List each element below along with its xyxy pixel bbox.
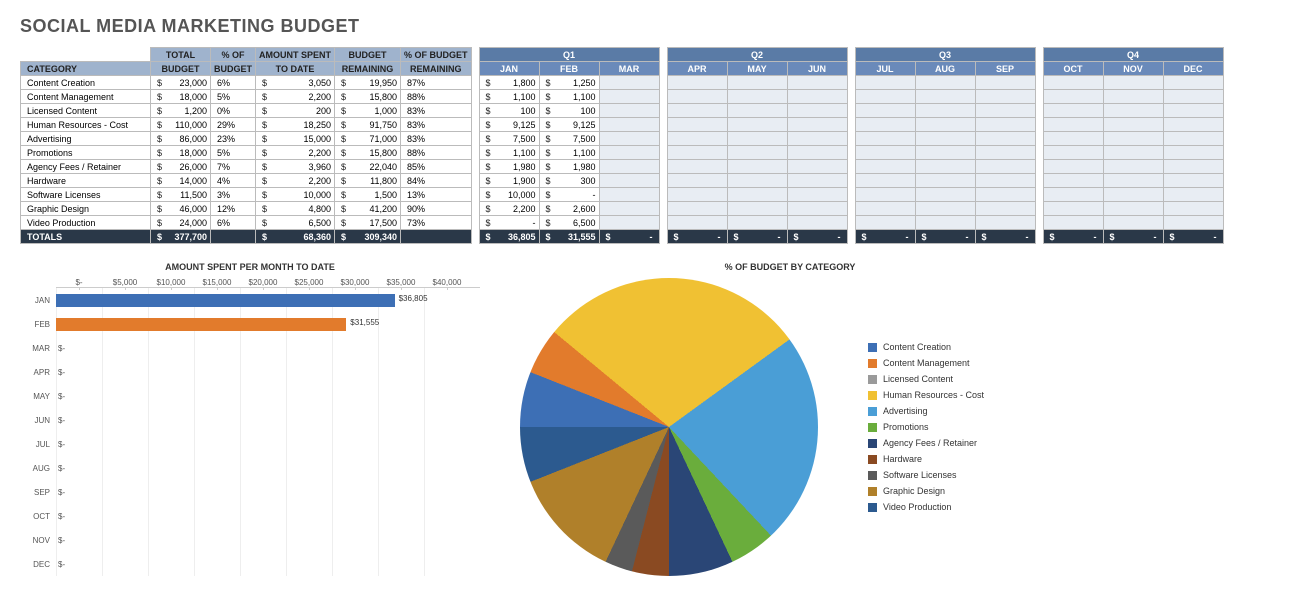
legend-item: Advertising [868,406,984,416]
legend-item: Promotions [868,422,984,432]
totals-row: TOTALS 377,700 68,360 309,340 36,80531,5… [21,230,1224,244]
pie-chart-title: % OF BUDGET BY CATEGORY [340,262,1240,272]
table-row[interactable]: Advertising 86,000 23% 15,000 71,000 83%… [21,132,1224,146]
table-row[interactable]: Licensed Content 1,200 0% 200 1,000 83% … [21,104,1224,118]
legend-item: Licensed Content [868,374,984,384]
table-row[interactable]: Graphic Design 46,000 12% 4,800 41,200 9… [21,202,1224,216]
table-row[interactable]: Video Production 24,000 6% 6,500 17,500 … [21,216,1224,230]
table-row[interactable]: Content Creation 23,000 6% 3,050 19,950 … [21,76,1224,90]
category-cell: Software Licenses [21,188,151,202]
bar-chart: AMOUNT SPENT PER MONTH TO DATE $-$5,000$… [20,262,480,576]
category-cell: Advertising [21,132,151,146]
legend-item: Content Management [868,358,984,368]
category-cell: Graphic Design [21,202,151,216]
table-row[interactable]: Promotions 18,000 5% 2,200 15,800 88% 1,… [21,146,1224,160]
legend-item: Hardware [868,454,984,464]
legend-item: Human Resources - Cost [868,390,984,400]
pie-legend: Content Creation Content Management Licens… [868,342,984,512]
category-cell: Content Management [21,90,151,104]
table-row[interactable]: Agency Fees / Retainer 26,000 7% 3,960 2… [21,160,1224,174]
table-row[interactable]: Software Licenses 11,500 3% 10,000 1,500… [21,188,1224,202]
budget-table[interactable]: TOTAL % OF AMOUNT SPENT BUDGET % OF BUDG… [20,47,1224,244]
table-row[interactable]: Human Resources - Cost 110,000 29% 18,25… [21,118,1224,132]
legend-item: Content Creation [868,342,984,352]
legend-item: Graphic Design [868,486,984,496]
page-title: SOCIAL MEDIA MARKETING BUDGET [20,16,1284,37]
category-cell: Video Production [21,216,151,230]
category-cell: Agency Fees / Retainer [21,160,151,174]
category-cell: Promotions [21,146,151,160]
legend-item: Video Production [868,502,984,512]
category-cell: Content Creation [21,76,151,90]
category-cell: Human Resources - Cost [21,118,151,132]
pie-graphic [520,278,818,576]
bar-chart-body: JAN$36,805FEB$31,555MAR$-APR$-MAY$-JUN$-… [20,288,480,576]
legend-item: Agency Fees / Retainer [868,438,984,448]
category-cell: Hardware [21,174,151,188]
table-row[interactable]: Content Management 18,000 5% 2,200 15,80… [21,90,1224,104]
pie-chart: % OF BUDGET BY CATEGORY Content Creation… [520,262,1240,576]
category-cell: Licensed Content [21,104,151,118]
bar-chart-axis: $-$5,000$10,000$15,000$20,000$25,000$30,… [56,278,480,288]
legend-item: Software Licenses [868,470,984,480]
table-row[interactable]: Hardware 14,000 4% 2,200 11,800 84% 1,90… [21,174,1224,188]
